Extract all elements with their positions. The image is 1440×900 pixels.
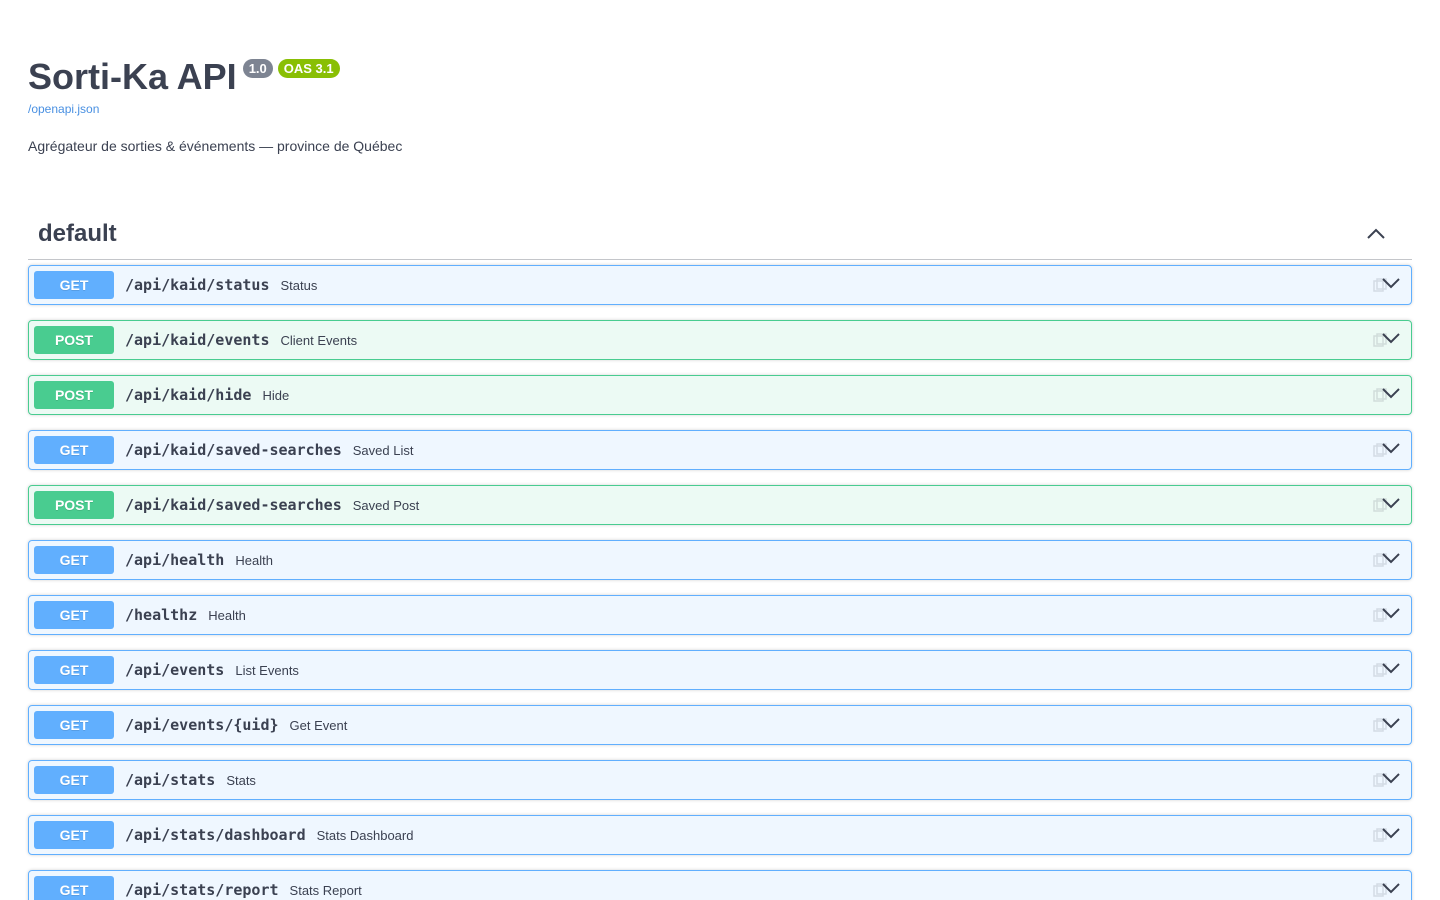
operation-summary: Health (235, 552, 273, 568)
operation-controls (1373, 761, 1401, 799)
copy-icon[interactable] (1373, 718, 1387, 732)
tag-header[interactable]: default (28, 208, 1412, 260)
copy-icon[interactable] (1373, 883, 1387, 897)
http-method-badge: POST (34, 326, 114, 354)
tag-section-default: default GET /api/kaid/status Status POST… (28, 208, 1412, 900)
operation-summary: Hide (262, 387, 290, 403)
operation-summary: Stats (226, 772, 256, 788)
http-method-badge: GET (34, 766, 114, 794)
operation-path: /api/events (125, 661, 225, 679)
operation-get-0[interactable]: GET /api/kaid/status Status (28, 265, 1412, 305)
operation-summary: Stats Report (289, 882, 362, 898)
title-row: Sorti-Ka API 1.0 OAS 3.1 (28, 55, 1412, 99)
operation-summary: Saved List (352, 442, 414, 458)
http-method-badge: POST (34, 491, 114, 519)
operation-get-3[interactable]: GET /api/kaid/saved-searches Saved List (28, 430, 1412, 470)
operation-path: /api/kaid/saved-searches (125, 441, 342, 459)
operation-controls (1373, 596, 1401, 634)
version-badge: 1.0 (242, 59, 273, 78)
chevron-up-icon[interactable] (1366, 224, 1386, 244)
operation-controls (1373, 376, 1401, 414)
copy-icon[interactable] (1373, 498, 1387, 512)
operation-controls (1373, 486, 1401, 524)
copy-icon[interactable] (1373, 663, 1387, 677)
api-info: Sorti-Ka API 1.0 OAS 3.1 /openapi.json A… (28, 0, 1412, 154)
copy-icon[interactable] (1373, 773, 1387, 787)
operation-path: /api/stats/report (125, 881, 279, 899)
operation-get-5[interactable]: GET /api/health Health (28, 540, 1412, 580)
operation-get-10[interactable]: GET /api/stats/dashboard Stats Dashboard (28, 815, 1412, 855)
http-method-badge: GET (34, 821, 114, 849)
http-method-badge: GET (34, 546, 114, 574)
swagger-ui: Sorti-Ka API 1.0 OAS 3.1 /openapi.json A… (28, 0, 1412, 900)
operation-controls (1373, 706, 1401, 744)
operation-path: /api/kaid/status (125, 276, 270, 294)
operation-get-9[interactable]: GET /api/stats Stats (28, 760, 1412, 800)
copy-icon[interactable] (1373, 388, 1387, 402)
operation-controls (1373, 431, 1401, 469)
tag-name: default (38, 219, 117, 247)
operation-summary: Get Event (289, 717, 348, 733)
operation-controls (1373, 266, 1401, 304)
operation-path: /api/stats/dashboard (125, 826, 306, 844)
operation-get-8[interactable]: GET /api/events/{uid} Get Event (28, 705, 1412, 745)
copy-icon[interactable] (1373, 608, 1387, 622)
copy-icon[interactable] (1373, 828, 1387, 842)
api-description: Agrégateur de sorties & événements — pro… (28, 138, 403, 154)
api-title: Sorti-Ka API (28, 56, 237, 97)
operation-controls (1373, 541, 1401, 579)
operation-path: /api/stats (125, 771, 216, 789)
operation-summary: List Events (235, 662, 299, 678)
openapi-spec-link[interactable]: /openapi.json (28, 102, 1412, 116)
http-method-badge: GET (34, 436, 114, 464)
http-method-badge: GET (34, 711, 114, 739)
operation-get-6[interactable]: GET /healthz Health (28, 595, 1412, 635)
operation-controls (1373, 321, 1401, 359)
operation-path: /api/kaid/saved-searches (125, 496, 342, 514)
copy-icon[interactable] (1373, 553, 1387, 567)
operation-controls (1373, 816, 1401, 854)
operation-summary: Stats Dashboard (316, 827, 414, 843)
operation-path: /healthz (125, 606, 198, 624)
operation-controls (1373, 871, 1401, 900)
operation-summary: Health (208, 607, 246, 623)
operation-post-4[interactable]: POST /api/kaid/saved-searches Saved Post (28, 485, 1412, 525)
operation-post-1[interactable]: POST /api/kaid/events Client Events (28, 320, 1412, 360)
copy-icon[interactable] (1373, 443, 1387, 457)
http-method-badge: GET (34, 656, 114, 684)
operation-path: /api/events/{uid} (125, 716, 279, 734)
http-method-badge: POST (34, 381, 114, 409)
operation-get-7[interactable]: GET /api/events List Events (28, 650, 1412, 690)
operation-summary: Status (280, 277, 318, 293)
operations-list: GET /api/kaid/status Status POST /api/ka… (28, 260, 1412, 900)
operation-path: /api/kaid/events (125, 331, 270, 349)
copy-icon[interactable] (1373, 278, 1387, 292)
oas-badge: OAS 3.1 (277, 59, 340, 78)
operation-controls (1373, 651, 1401, 689)
operation-summary: Client Events (280, 332, 358, 348)
operation-get-11[interactable]: GET /api/stats/report Stats Report (28, 870, 1412, 900)
copy-icon[interactable] (1373, 333, 1387, 347)
operation-path: /api/kaid/hide (125, 386, 252, 404)
operation-summary: Saved Post (352, 497, 420, 513)
http-method-badge: GET (34, 601, 114, 629)
http-method-badge: GET (34, 271, 114, 299)
operation-post-2[interactable]: POST /api/kaid/hide Hide (28, 375, 1412, 415)
operation-path: /api/health (125, 551, 225, 569)
http-method-badge: GET (34, 876, 114, 900)
